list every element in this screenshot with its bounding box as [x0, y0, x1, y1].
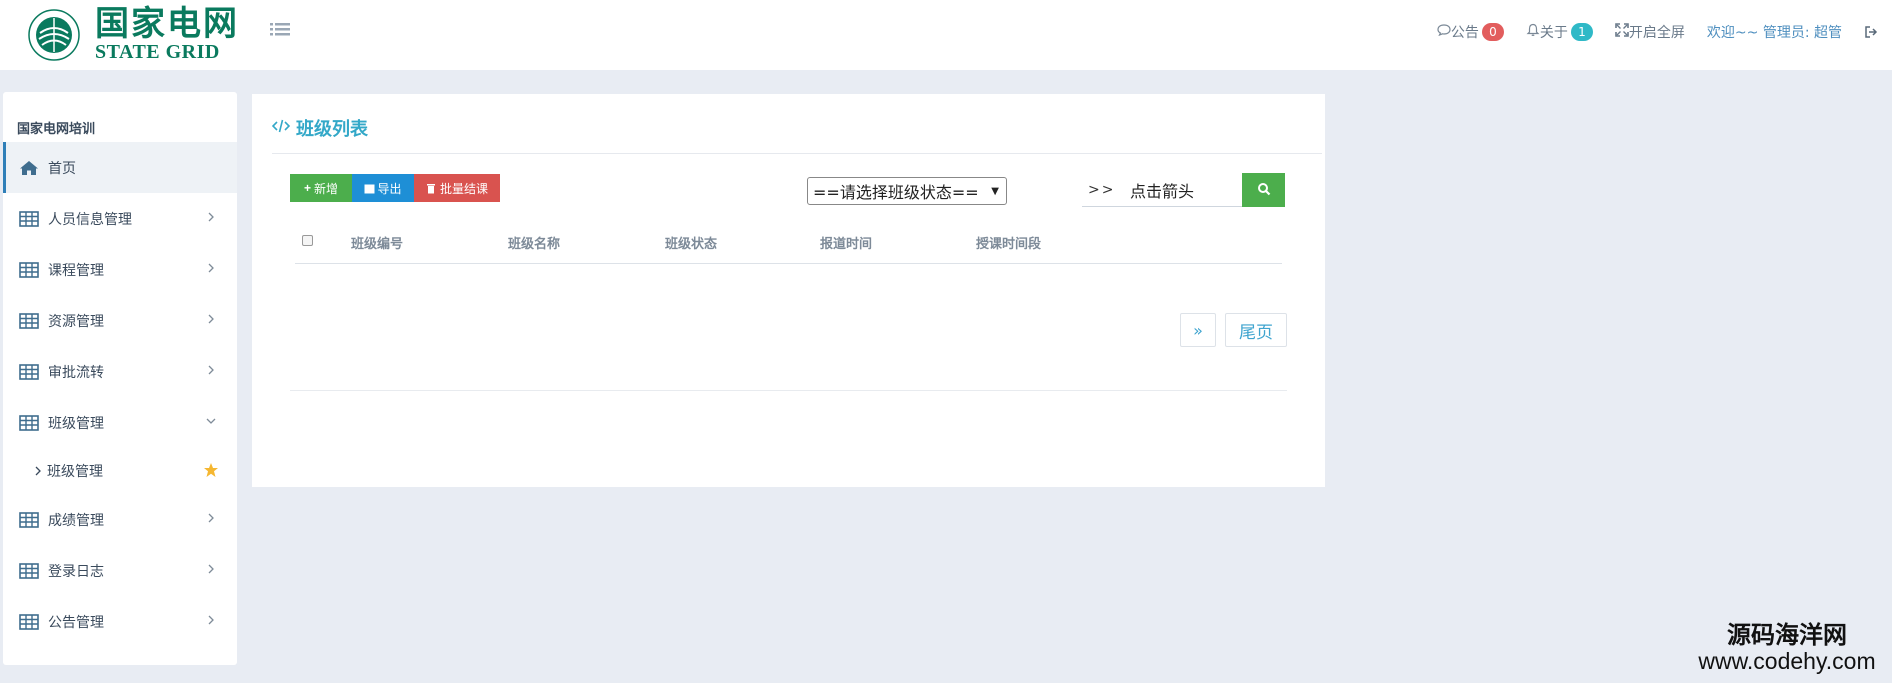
divider [290, 390, 1287, 391]
menu-toggle-icon[interactable] [270, 22, 292, 40]
search-prefix[interactable]: >> [1082, 173, 1120, 207]
sidebar-item-label: 人员信息管理 [48, 211, 132, 228]
table-export-icon [364, 183, 375, 194]
search-group: >> [1082, 173, 1285, 207]
table-icon [19, 312, 39, 329]
chevron-right-icon [205, 563, 217, 575]
watermark-cn: 源码海洋网 [1727, 621, 1847, 649]
sidebar-item-label: 首页 [48, 160, 76, 177]
batch-finish-label: 批量结课 [439, 181, 488, 196]
welcome-user[interactable]: 欢迎~~ 管理员: 超管 [1707, 22, 1842, 42]
table-icon [19, 414, 39, 431]
chevron-right-icon [205, 211, 217, 223]
top-header: 国家电网 STATE GRID 公告 0 关于 1 开启全屏 欢迎~~ 管理员:… [0, 0, 1892, 70]
logo-cn-text: 国家电网 [95, 4, 239, 44]
watermark-url: www.codehy.com [1698, 648, 1876, 674]
search-icon [1257, 181, 1271, 200]
logout-icon[interactable] [1864, 25, 1878, 39]
sidebar-item-courses[interactable]: 课程管理 [3, 244, 237, 295]
sidebar-item-announcements[interactable]: 公告管理 [3, 596, 237, 647]
expand-icon [1615, 23, 1629, 41]
chevron-right-icon [205, 512, 217, 524]
sidebar-title: 国家电网培训 [17, 122, 96, 137]
table-icon [19, 261, 39, 278]
star-icon[interactable] [203, 462, 219, 478]
chevron-down-icon [205, 415, 217, 427]
class-status-select[interactable]: ==请选择班级状态== ▼ [807, 177, 1007, 205]
sidebar-item-home[interactable]: 首页 [3, 142, 237, 193]
table-icon [19, 210, 39, 227]
chevron-right-icon [205, 614, 217, 626]
column-header[interactable]: 班级名称 [508, 233, 560, 252]
page-title-text: 班级列表 [296, 119, 368, 140]
sidebar-item-scores[interactable]: 成绩管理 [3, 494, 237, 545]
plus-icon: + [303, 181, 311, 195]
add-button-label: 新增 [314, 181, 339, 196]
table-icon [19, 363, 39, 380]
state-grid-emblem-icon [28, 9, 80, 61]
export-button[interactable]: 导出 [352, 174, 414, 202]
comment-icon [1437, 24, 1451, 40]
notice-count-badge: 0 [1481, 23, 1504, 41]
chevron-right-icon [205, 364, 217, 376]
notice-label: 公告 [1450, 25, 1479, 41]
column-header[interactable]: 班级状态 [665, 233, 717, 252]
sidebar-subitem-class-management[interactable]: 班级管理 [3, 448, 237, 494]
column-header[interactable]: 授课时间段 [976, 233, 1041, 252]
table-icon [19, 562, 39, 579]
export-button-label: 导出 [377, 181, 402, 196]
select-all-checkbox[interactable] [302, 235, 313, 246]
add-button[interactable]: + 新增 [290, 174, 352, 202]
search-button[interactable] [1242, 173, 1285, 207]
sidebar-item-class-management[interactable]: 班级管理 [3, 397, 237, 448]
state-grid-logo[interactable]: 国家电网 STATE GRID [28, 0, 239, 70]
sidebar-subitem-label: 班级管理 [47, 464, 103, 480]
sidebar-item-label: 课程管理 [48, 262, 104, 279]
class-list-panel: 班级列表 + 新增 导出 批量结课 ==请选择班级状态== ▼ >> 班级编号 … [252, 94, 1325, 487]
sidebar-item-personnel[interactable]: 人员信息管理 [3, 193, 237, 244]
about-link[interactable]: 关于 1 [1526, 22, 1593, 42]
about-count-badge: 1 [1570, 23, 1593, 41]
page-title: 班级列表 [271, 115, 368, 141]
fullscreen-link[interactable]: 开启全屏 [1615, 22, 1685, 42]
batch-finish-button[interactable]: 批量结课 [414, 174, 500, 202]
sidebar-item-approval[interactable]: 审批流转 [3, 346, 237, 397]
divider [272, 153, 1322, 154]
notice-link[interactable]: 公告 0 [1437, 22, 1504, 42]
pager-last-button[interactable]: 尾页 [1225, 313, 1287, 347]
about-label: 关于 [1539, 25, 1568, 41]
top-nav: 公告 0 关于 1 开启全屏 欢迎~~ 管理员: 超管 [1437, 0, 1892, 64]
sidebar: 国家电网培训 首页 人员信息管理 课程管理 资源管理 审批流转 班级管理 班级管… [3, 92, 237, 665]
sidebar-item-label: 审批流转 [48, 364, 104, 381]
sidebar-item-login-log[interactable]: 登录日志 [3, 545, 237, 596]
table-icon [19, 613, 39, 630]
trash-icon [426, 183, 436, 194]
table-header: 班级编号 班级名称 班级状态 报道时间 授课时间段 [295, 227, 1282, 264]
sidebar-item-label: 登录日志 [48, 563, 104, 580]
bell-icon [1526, 23, 1540, 41]
logo-en-text: STATE GRID [95, 41, 220, 63]
sidebar-item-label: 成绩管理 [48, 512, 104, 529]
chevron-right-icon [205, 313, 217, 325]
chevron-right-icon [33, 465, 43, 477]
column-header[interactable]: 报道时间 [820, 233, 872, 252]
sidebar-item-label: 公告管理 [48, 614, 104, 631]
fullscreen-label: 开启全屏 [1628, 25, 1685, 41]
class-status-selected: ==请选择班级状态== [813, 183, 979, 202]
code-icon [271, 119, 291, 137]
watermark: 源码海洋网 www.codehy.com [1682, 622, 1892, 674]
chevron-right-icon [205, 262, 217, 274]
table-icon [19, 511, 39, 528]
sidebar-item-label: 班级管理 [48, 415, 104, 432]
search-input[interactable] [1120, 173, 1242, 207]
caret-down-icon: ▼ [991, 186, 999, 197]
sidebar-item-label: 资源管理 [48, 313, 104, 330]
home-icon [19, 160, 39, 176]
sidebar-item-resources[interactable]: 资源管理 [3, 295, 237, 346]
pager-next-button[interactable]: » [1180, 313, 1216, 347]
column-header[interactable]: 班级编号 [351, 233, 403, 252]
